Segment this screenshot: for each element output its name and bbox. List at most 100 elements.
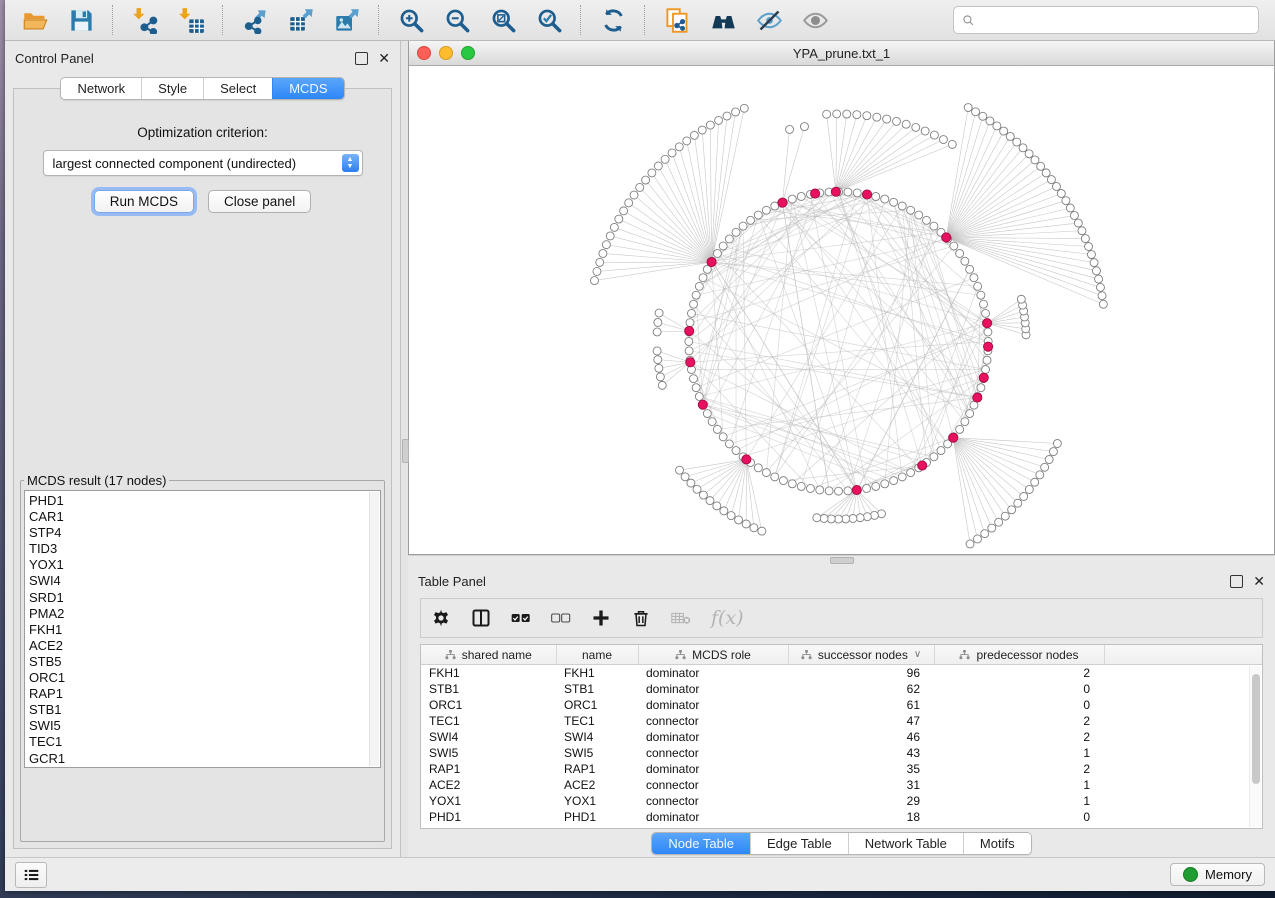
mcds-result-item[interactable]: STB1 bbox=[29, 702, 380, 718]
mcds-result-item[interactable]: ACE2 bbox=[29, 638, 380, 654]
import-network-icon[interactable] bbox=[123, 3, 167, 37]
network-node[interactable] bbox=[779, 477, 787, 485]
network-node[interactable] bbox=[823, 110, 831, 118]
network-node[interactable] bbox=[693, 485, 701, 493]
network-node[interactable] bbox=[1090, 259, 1098, 267]
network-node[interactable] bbox=[1031, 478, 1039, 486]
network-node[interactable] bbox=[870, 511, 878, 519]
network-node[interactable] bbox=[758, 527, 766, 535]
table-row[interactable]: FKH1FKH1dominator962 bbox=[421, 665, 1262, 682]
network-node[interactable] bbox=[856, 514, 864, 522]
mcds-result-item[interactable]: YOX1 bbox=[29, 557, 380, 573]
tab-network[interactable]: Network bbox=[61, 78, 141, 99]
zoom-fit-icon[interactable] bbox=[481, 3, 525, 37]
network-node[interactable] bbox=[907, 469, 915, 477]
delete-column-icon[interactable] bbox=[631, 608, 651, 628]
network-node[interactable] bbox=[966, 410, 974, 418]
network-node[interactable] bbox=[1036, 471, 1044, 479]
network-node[interactable] bbox=[973, 535, 981, 543]
network-node[interactable] bbox=[986, 117, 994, 125]
mcds-result-item[interactable]: PHD1 bbox=[29, 493, 380, 509]
network-node[interactable] bbox=[1078, 227, 1086, 235]
network-node[interactable] bbox=[687, 309, 695, 317]
network-node[interactable] bbox=[981, 530, 989, 538]
network-node[interactable] bbox=[685, 347, 693, 355]
mcds-result-item[interactable]: SWI4 bbox=[29, 573, 380, 589]
float-panel-icon[interactable] bbox=[1230, 575, 1243, 588]
network-node[interactable] bbox=[655, 364, 663, 372]
network-node[interactable] bbox=[695, 393, 703, 401]
network-node[interactable] bbox=[706, 121, 714, 129]
mcds-result-item[interactable]: SRD1 bbox=[29, 590, 380, 606]
network-node[interactable] bbox=[1099, 300, 1107, 308]
network-node[interactable] bbox=[893, 117, 901, 125]
table-row[interactable]: ACE2ACE2connector311 bbox=[421, 777, 1262, 793]
network-node[interactable] bbox=[863, 112, 871, 120]
network-node[interactable] bbox=[1025, 150, 1033, 158]
show-all-icon[interactable] bbox=[793, 3, 837, 37]
network-node[interactable] bbox=[833, 110, 841, 118]
network-node[interactable] bbox=[977, 384, 985, 392]
network-node[interactable] bbox=[843, 110, 851, 118]
network-node[interactable] bbox=[668, 149, 676, 157]
mcds-hub-node[interactable] bbox=[949, 433, 958, 442]
network-node[interactable] bbox=[788, 195, 796, 203]
network-node[interactable] bbox=[590, 277, 598, 285]
network-node[interactable] bbox=[713, 425, 721, 433]
network-node[interactable] bbox=[984, 328, 992, 336]
network-node[interactable] bbox=[636, 183, 644, 191]
network-node[interactable] bbox=[706, 497, 714, 505]
network-node[interactable] bbox=[740, 104, 748, 112]
network-node[interactable] bbox=[719, 433, 727, 441]
network-node[interactable] bbox=[1013, 138, 1021, 146]
network-node[interactable] bbox=[593, 267, 601, 275]
network-node[interactable] bbox=[658, 381, 666, 389]
network-node[interactable] bbox=[912, 123, 920, 131]
network-node[interactable] bbox=[690, 131, 698, 139]
network-node[interactable] bbox=[827, 515, 835, 523]
network-node[interactable] bbox=[596, 258, 604, 266]
unselect-all-checkboxes-icon[interactable] bbox=[551, 608, 571, 628]
network-node[interactable] bbox=[820, 514, 828, 522]
network-node[interactable] bbox=[675, 143, 683, 151]
network-node[interactable] bbox=[732, 447, 740, 455]
tab-network-table[interactable]: Network Table bbox=[848, 833, 963, 854]
network-node[interactable] bbox=[698, 126, 706, 134]
network-node[interactable] bbox=[966, 540, 974, 548]
network-node[interactable] bbox=[654, 356, 662, 364]
network-node[interactable] bbox=[713, 502, 721, 510]
zoom-selected-icon[interactable] bbox=[527, 3, 571, 37]
splitter-handle[interactable] bbox=[402, 439, 409, 463]
mcds-result-item[interactable]: RAP1 bbox=[29, 686, 380, 702]
network-node[interactable] bbox=[1074, 219, 1082, 227]
network-node[interactable] bbox=[890, 198, 898, 206]
network-node[interactable] bbox=[788, 480, 796, 488]
network-node[interactable] bbox=[881, 480, 889, 488]
mcds-result-item[interactable]: TEC1 bbox=[29, 734, 380, 750]
network-node[interactable] bbox=[977, 291, 985, 299]
network-node[interactable] bbox=[956, 425, 964, 433]
network-node[interactable] bbox=[995, 518, 1003, 526]
vertical-splitter[interactable] bbox=[401, 41, 408, 857]
network-node[interactable] bbox=[720, 507, 728, 515]
network-node[interactable] bbox=[982, 365, 990, 373]
first-neighbors-icon[interactable] bbox=[701, 3, 745, 37]
network-node[interactable] bbox=[1014, 499, 1022, 507]
network-node[interactable] bbox=[1070, 211, 1078, 219]
mcds-hub-node[interactable] bbox=[831, 187, 840, 196]
network-node[interactable] bbox=[739, 222, 747, 230]
network-node[interactable] bbox=[983, 356, 991, 364]
network-node[interactable] bbox=[1000, 127, 1008, 135]
network-node[interactable] bbox=[683, 137, 691, 145]
network-node[interactable] bbox=[1047, 176, 1055, 184]
network-node[interactable] bbox=[732, 228, 740, 236]
mcds-hub-node[interactable] bbox=[698, 400, 707, 409]
table-row[interactable]: PHD1PHD1dominator180 bbox=[421, 809, 1262, 825]
network-node[interactable] bbox=[1037, 162, 1045, 170]
network-node[interactable] bbox=[806, 484, 814, 492]
table-row[interactable]: STB1STB1dominator620 bbox=[421, 681, 1262, 697]
tab-edge-table[interactable]: Edge Table bbox=[750, 833, 848, 854]
network-node[interactable] bbox=[654, 162, 662, 170]
network-canvas[interactable] bbox=[409, 66, 1274, 554]
refresh-icon[interactable] bbox=[591, 3, 635, 37]
